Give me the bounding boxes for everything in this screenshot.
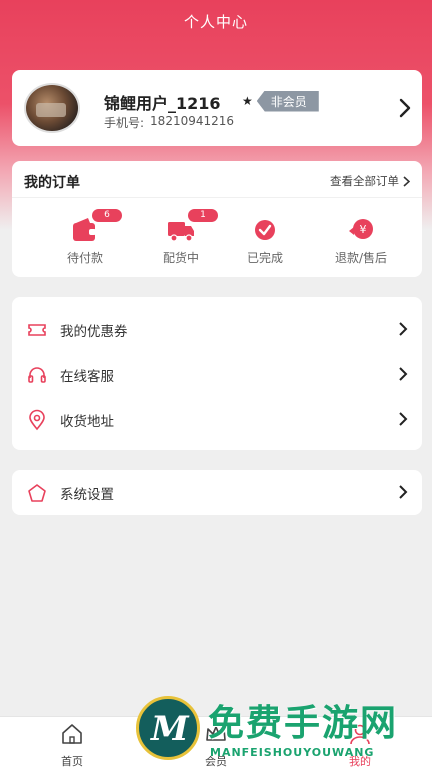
chevron-right-icon [403, 175, 410, 187]
location-pin-icon [29, 409, 45, 430]
member-status: 非会员 [256, 90, 319, 112]
order-preparing[interactable]: 1 配货中 [146, 209, 218, 266]
menu-card: 我的优惠券 在线客服 收货地址 [12, 297, 422, 450]
star-icon: ★ [242, 94, 253, 108]
top-bar: 个人中心 [0, 0, 432, 42]
menu-item-label: 在线客服 [60, 368, 114, 385]
coupon-icon [28, 323, 46, 336]
check-circle-icon [255, 220, 275, 240]
order-pending-payment[interactable]: 6 待付款 [50, 209, 122, 266]
orders-title: 我的订单 [24, 175, 80, 191]
menu-item-label: 系统设置 [60, 486, 114, 503]
view-all-orders-link[interactable]: 查看全部订单 [330, 173, 410, 189]
phone-number: 18210941216 [150, 114, 235, 128]
refund-icon: ¥ [349, 219, 373, 239]
menu-item-address[interactable]: 收货地址 [12, 397, 422, 442]
chevron-right-icon [399, 367, 408, 381]
settings-card: 系统设置 [12, 470, 422, 515]
avatar[interactable] [24, 83, 80, 133]
username: 锦鲤用户_1216 [104, 94, 221, 113]
member-badge: ★ 非会员 [242, 90, 319, 112]
order-label: 退款/售后 [334, 251, 388, 265]
divider [12, 197, 422, 198]
tab-home[interactable]: 首页 [42, 723, 102, 768]
watermark-title: 免费手游网 [208, 703, 399, 744]
order-label: 已完成 [246, 251, 283, 265]
svg-text:¥: ¥ [360, 223, 367, 236]
watermark-subtitle: MANFEISHOUYOUWANG [210, 746, 375, 759]
chevron-right-icon [399, 485, 408, 499]
menu-item-coupons[interactable]: 我的优惠券 [12, 307, 422, 352]
phone-row: 手机号: 18210941216 [104, 114, 234, 131]
tab-label: 首页 [61, 755, 83, 768]
order-completed[interactable]: 已完成 [230, 217, 300, 266]
order-refund[interactable]: ¥ 退款/售后 [326, 217, 396, 266]
page-title: 个人中心 [183, 12, 248, 31]
chevron-right-icon[interactable] [398, 98, 412, 118]
headset-icon [28, 366, 46, 383]
order-badge: 6 [92, 209, 122, 222]
watermark: 免费手游网 MANFEISHOUYOUWANG [136, 690, 428, 766]
home-icon [62, 724, 82, 744]
profile-card[interactable]: 锦鲤用户_1216 ★ 非会员 手机号: 18210941216 [12, 70, 422, 146]
pentagon-icon [28, 483, 46, 502]
order-label: 待付款 [66, 251, 103, 265]
order-badge: 1 [188, 209, 218, 222]
menu-item-settings[interactable]: 系统设置 [12, 470, 422, 515]
menu-item-label: 我的优惠券 [60, 323, 128, 340]
view-all-orders-label: 查看全部订单 [330, 174, 399, 188]
chevron-right-icon [399, 322, 408, 336]
phone-label: 手机号: [104, 116, 145, 130]
watermark-logo [136, 696, 200, 760]
order-label: 配货中 [162, 251, 199, 265]
chevron-right-icon [399, 412, 408, 426]
menu-item-customer-service[interactable]: 在线客服 [12, 352, 422, 397]
orders-card: 我的订单 查看全部订单 6 待付款 1 配货中 已完成 ¥ 退款/售后 [12, 161, 422, 277]
menu-item-label: 收货地址 [60, 413, 114, 430]
